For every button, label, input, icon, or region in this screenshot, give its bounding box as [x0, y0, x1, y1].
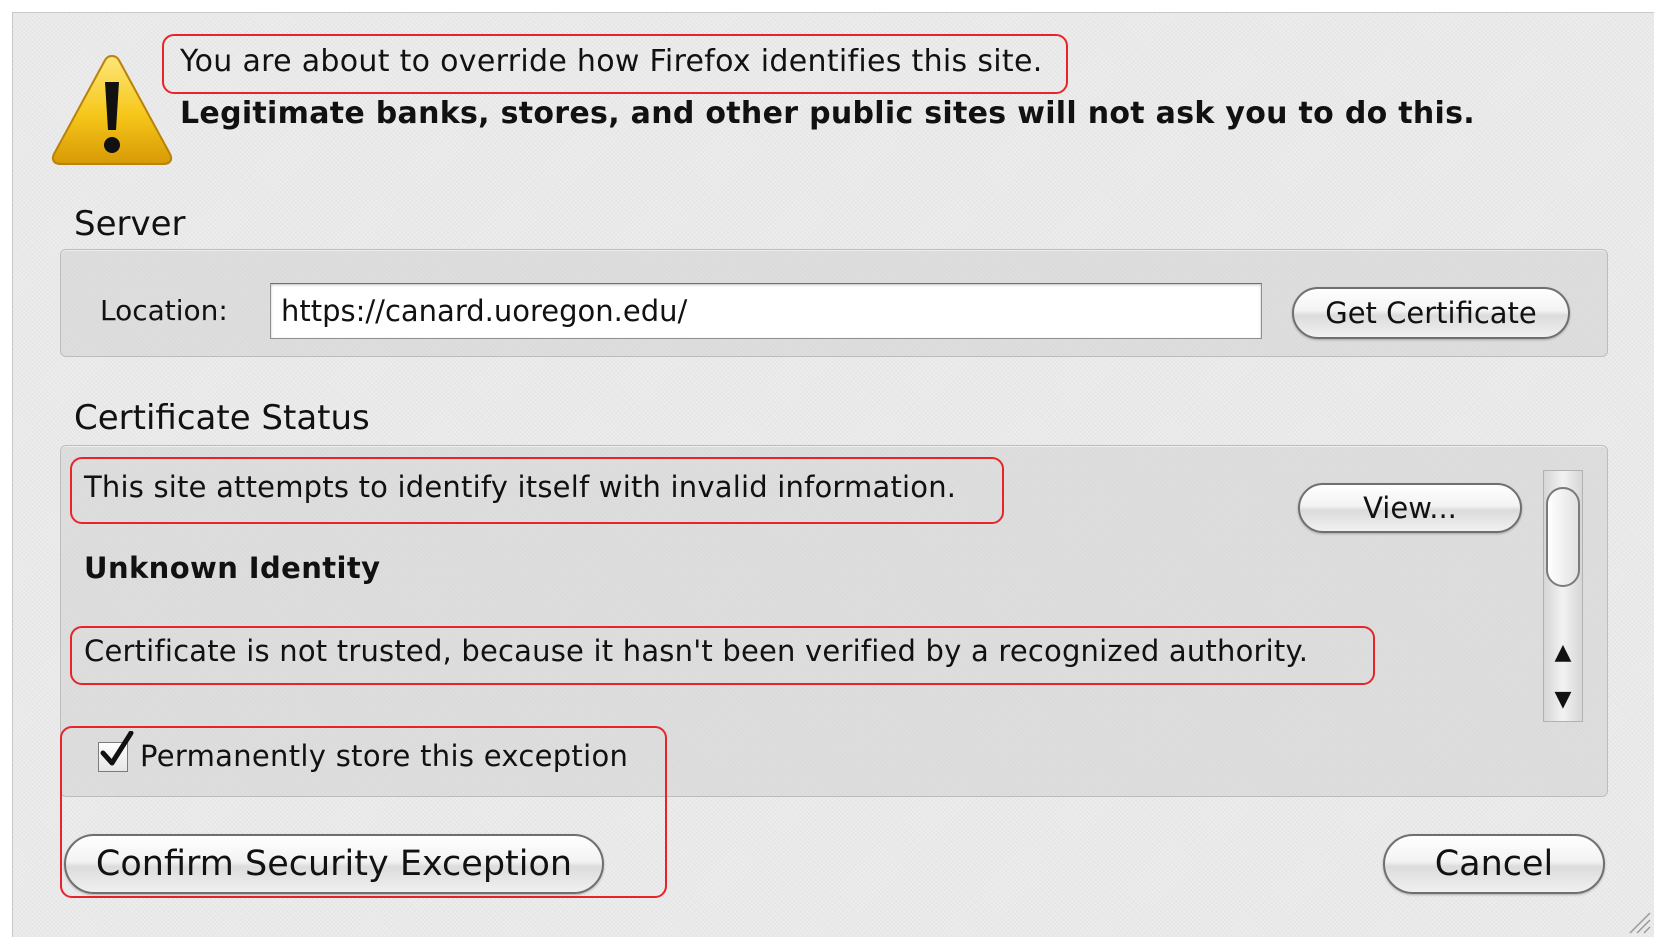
scroll-down-arrow-icon[interactable]: ▼ — [1546, 682, 1580, 718]
checkmark-icon — [100, 731, 134, 766]
get-certificate-button[interactable]: Get Certificate — [1292, 287, 1570, 339]
location-label: Location: — [100, 294, 228, 327]
scroll-up-arrow-icon[interactable]: ▲ — [1546, 635, 1580, 671]
certificate-detail-text: Certificate is not trusted, because it h… — [84, 634, 1309, 668]
warning-message: You are about to override how Firefox id… — [180, 44, 1043, 79]
certificate-status-message: This site attempts to identify itself wi… — [84, 470, 957, 504]
warning-subtext: Legitimate banks, stores, and other publ… — [180, 96, 1475, 131]
server-section-title: Server — [74, 204, 186, 244]
unknown-identity-heading: Unknown Identity — [84, 551, 381, 585]
scrollbar-thumb[interactable] — [1546, 487, 1580, 587]
warning-triangle-icon — [51, 54, 173, 165]
confirm-security-exception-button[interactable]: Confirm Security Exception — [64, 834, 604, 894]
permanently-store-checkbox[interactable] — [98, 731, 134, 772]
view-certificate-button[interactable]: View... — [1298, 483, 1522, 533]
location-input[interactable] — [270, 283, 1262, 339]
permanently-store-label[interactable]: Permanently store this exception — [140, 739, 628, 773]
certificate-status-title: Certificate Status — [74, 398, 370, 438]
cancel-button[interactable]: Cancel — [1383, 834, 1605, 894]
resize-grip-icon[interactable] — [1624, 907, 1652, 935]
